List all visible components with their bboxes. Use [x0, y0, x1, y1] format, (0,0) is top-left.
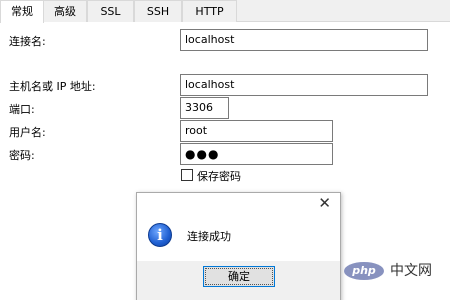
- host-label: 主机名或 IP 地址:: [9, 80, 96, 93]
- save-password-label: 保存密码: [197, 170, 241, 183]
- php-logo: php: [344, 262, 384, 280]
- username-label: 用户名:: [9, 126, 46, 139]
- dialog-body: i 连接成功: [137, 215, 340, 261]
- connection-name-input[interactable]: localhost: [180, 29, 428, 51]
- dialog-message: 连接成功: [187, 230, 231, 243]
- tab-general[interactable]: 常规: [0, 0, 44, 23]
- close-icon[interactable]: ✕: [318, 194, 331, 212]
- password-label: 密码:: [9, 149, 35, 162]
- tab-bar: 常规 高级 SSL SSH HTTP: [0, 0, 450, 23]
- connection-success-dialog: ✕ i 连接成功 确定: [136, 192, 341, 300]
- info-icon: i: [148, 223, 172, 247]
- ok-button[interactable]: 确定: [203, 266, 275, 287]
- port-input[interactable]: 3306: [180, 97, 229, 119]
- save-password-checkbox[interactable]: [181, 169, 193, 181]
- tab-ssl[interactable]: SSL: [87, 0, 134, 22]
- username-input[interactable]: root: [180, 120, 333, 142]
- watermark-text: 中文网: [390, 263, 432, 279]
- tab-ssh[interactable]: SSH: [134, 0, 182, 22]
- connection-settings-window: 常规 高级 SSL SSH HTTP 连接名: localhost 主机名或 I…: [0, 0, 450, 300]
- tab-advanced[interactable]: 高级: [43, 0, 87, 22]
- port-label: 端口:: [9, 103, 35, 116]
- dialog-titlebar: ✕: [137, 193, 340, 215]
- password-input[interactable]: ●●●: [180, 143, 333, 165]
- host-input[interactable]: localhost: [180, 74, 428, 96]
- connection-name-label: 连接名:: [9, 35, 46, 48]
- tab-http[interactable]: HTTP: [182, 0, 237, 22]
